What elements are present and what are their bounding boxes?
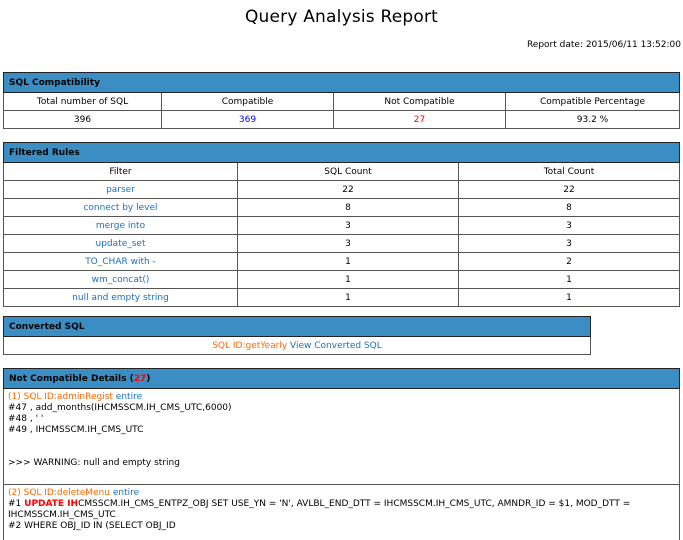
detail-entire-link[interactable]: entire — [116, 392, 142, 402]
sql-compatibility-header: SQL Compatibility — [3, 72, 680, 93]
not-compatible-value[interactable]: 27 — [333, 110, 506, 129]
not-compatible-details-table: Not Compatible Details (27) (1) SQL ID:a… — [3, 368, 680, 540]
detail-sql-id[interactable]: (1) SQL ID:adminRegist — [8, 392, 113, 402]
converted-sql-id[interactable]: SQL ID:getYearly — [212, 341, 287, 351]
view-converted-sql-link[interactable]: View Converted SQL — [290, 341, 382, 351]
filter-link-null-empty[interactable]: null and empty string — [72, 293, 169, 303]
total-count-cell: 3 — [458, 216, 680, 235]
table-row: merge into 3 3 — [3, 216, 680, 235]
converted-sql-table: Converted SQL SQL ID:getYearly View Conv… — [3, 316, 591, 355]
detail-warning: >>> WARNING: null and empty string — [8, 458, 180, 468]
total-count-cell: 8 — [458, 198, 680, 217]
filter-link-connect-by-level[interactable]: connect by level — [83, 203, 157, 213]
detail-line: #2 WHERE OBJ_ID IN (SELECT OBJ_ID — [8, 521, 176, 531]
converted-sql-row: SQL ID:getYearly View Converted SQL — [3, 336, 591, 355]
table-row: TO_CHAR with - 1 2 — [3, 252, 680, 271]
sql-count-cell: 3 — [237, 216, 459, 235]
filter-link-parser[interactable]: parser — [106, 185, 135, 195]
sql-compatibility-table: SQL Compatibility Total number of SQL Co… — [3, 72, 680, 129]
detail-entire-link[interactable]: entire — [113, 488, 139, 498]
detail-line: #47 , add_months(IHCMSSCM.IH_CMS_UTC,600… — [8, 403, 232, 413]
sql-count-cell: 3 — [237, 234, 459, 253]
filtered-rules-header: Filtered Rules — [3, 142, 680, 163]
total-count-cell: 1 — [458, 270, 680, 289]
compatible-link[interactable]: 369 — [239, 115, 256, 125]
sql-count-cell: 22 — [237, 180, 459, 199]
col-not-compatible: Not Compatible — [333, 92, 506, 111]
filter-link-to-char[interactable]: TO_CHAR with - — [85, 257, 156, 267]
col-total-sql: Total number of SQL — [3, 92, 162, 111]
detail-update-keyword: UPDATE IH — [24, 499, 79, 509]
not-compatible-header-label: Not Compatible Details ( — [9, 373, 134, 384]
not-compatible-count: 27 — [133, 373, 147, 384]
not-compatible-link[interactable]: 27 — [414, 115, 425, 125]
col-compatible: Compatible — [161, 92, 334, 111]
detail-item: (2) SQL ID:deleteMenu entire #1 UPDATE I… — [3, 484, 680, 540]
sql-count-cell: 1 — [237, 270, 459, 289]
table-row: wm_concat() 1 1 — [3, 270, 680, 289]
compatible-value[interactable]: 369 — [161, 110, 334, 129]
detail-sql-id[interactable]: (2) SQL ID:deleteMenu — [8, 488, 110, 498]
table-row: connect by level 8 8 — [3, 198, 680, 217]
table-row: null and empty string 1 1 — [3, 288, 680, 307]
table-row: update_set 3 3 — [3, 234, 680, 253]
total-count-cell: 2 — [458, 252, 680, 271]
percentage-value: 93.2 % — [505, 110, 680, 129]
col-sql-count: SQL Count — [237, 162, 459, 181]
not-compatible-header-end: ) — [146, 373, 151, 384]
table-row: parser 22 22 — [3, 180, 680, 199]
detail-line-prefix: #1 — [8, 499, 25, 509]
filter-link-merge-into[interactable]: merge into — [96, 221, 145, 231]
total-count-cell: 22 — [458, 180, 680, 199]
report-date: Report date: 2015/06/11 13:52:00 — [526, 40, 681, 50]
sql-count-cell: 1 — [237, 288, 459, 307]
detail-line-rest: CMSSCM.IH_CMS_ENTPZ_OBJ SET USE_YN = 'N'… — [8, 499, 631, 520]
sql-count-cell: 1 — [237, 252, 459, 271]
filter-link-wm-concat[interactable]: wm_concat() — [92, 275, 150, 285]
not-compatible-header: Not Compatible Details (27) — [3, 368, 680, 389]
total-count-cell: 3 — [458, 234, 680, 253]
filter-link-update-set[interactable]: update_set — [96, 239, 146, 249]
page-title: Query Analysis Report — [244, 7, 439, 27]
sql-count-cell: 8 — [237, 198, 459, 217]
filtered-rules-table: Filtered Rules Filter SQL Count Total Co… — [3, 142, 680, 307]
col-filter: Filter — [3, 162, 238, 181]
detail-line: #49 , IHCMSSCM.IH_CMS_UTC — [8, 425, 144, 435]
total-count-cell: 1 — [458, 288, 680, 307]
total-sql-value: 396 — [3, 110, 162, 129]
col-compatible-percentage: Compatible Percentage — [505, 92, 680, 111]
col-total-count: Total Count — [458, 162, 680, 181]
converted-sql-header: Converted SQL — [3, 316, 591, 337]
detail-line: #1 UPDATE IHCMSSCM.IH_CMS_ENTPZ_OBJ SET … — [8, 499, 675, 521]
detail-line: #48 , ' ' — [8, 414, 44, 424]
detail-item: (1) SQL ID:adminRegist entire #47 , add_… — [3, 388, 680, 485]
